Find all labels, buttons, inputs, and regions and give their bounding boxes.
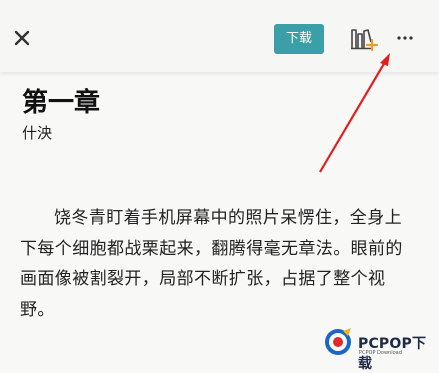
- close-icon: [14, 30, 30, 46]
- watermark-logo: PCPOP下载 PCPOP Download: [322, 326, 436, 372]
- chapter-title: 第一章: [22, 88, 101, 118]
- author-name: 什泱: [22, 124, 53, 142]
- download-button[interactable]: 下载: [274, 24, 324, 54]
- more-options-button[interactable]: [393, 28, 417, 48]
- add-to-bookshelf-icon: [351, 29, 379, 52]
- more-icon: [397, 36, 413, 40]
- close-button[interactable]: [10, 26, 34, 50]
- reader-content: 第一章 什泱 饶冬青盯着手机屏幕中的照片呆愣住，全身上下每个细胞都战栗起来，翻腾…: [0, 72, 439, 364]
- add-to-bookshelf-button[interactable]: [349, 26, 379, 52]
- pcpop-logo-icon: [325, 328, 351, 355]
- chapter-paragraph: 饶冬青盯着手机屏幕中的照片呆愣住，全身上下每个细胞都战栗起来，翻腾得毫无章法。眼…: [20, 208, 403, 320]
- watermark-tagline: PCPOP Download: [359, 350, 402, 356]
- reader-toolbar: 下载: [0, 0, 439, 72]
